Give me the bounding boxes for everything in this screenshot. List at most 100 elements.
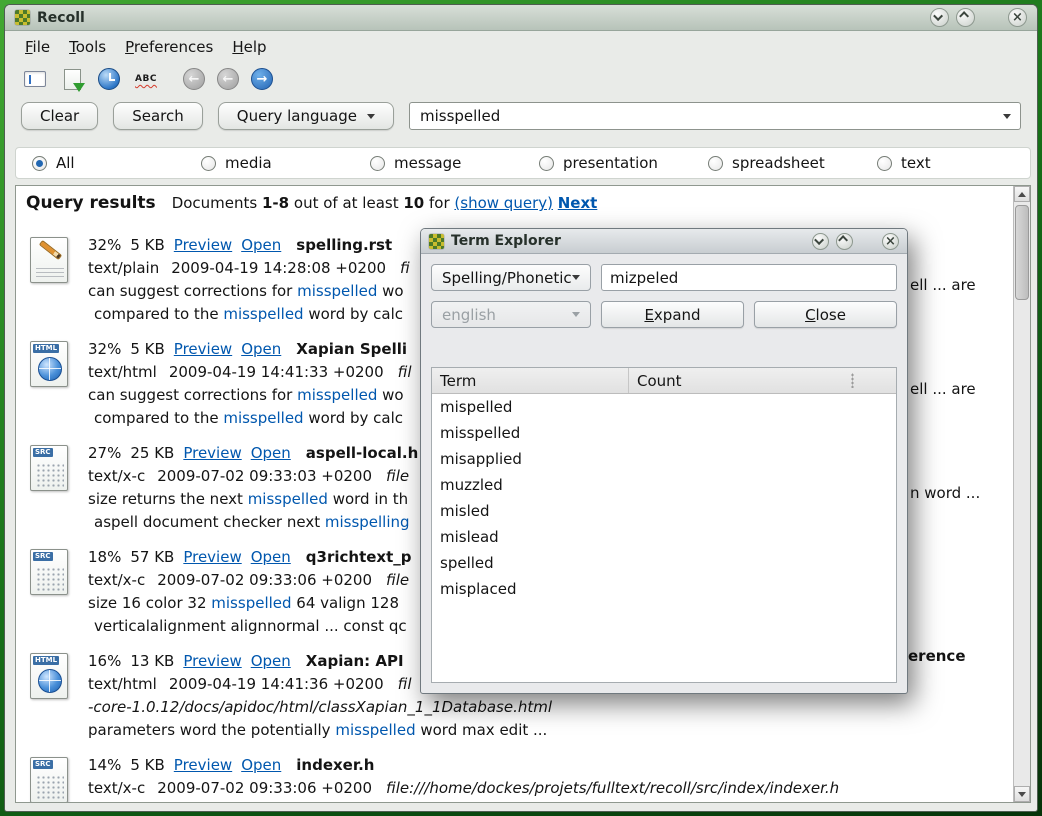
desktop-background: Recoll × FileToolsPreferencesHelp ABC ← … <box>0 0 1042 816</box>
query-input[interactable] <box>410 107 1020 125</box>
term-rows: mispelledmisspelledmisappliedmuzzledmisl… <box>432 394 896 602</box>
dialog-shade-button[interactable] <box>812 233 829 250</box>
next-page-button[interactable]: → <box>251 68 273 90</box>
text-lines-icon <box>36 268 64 280</box>
mime-type: text/html <box>88 363 157 381</box>
html-label: HTML <box>33 656 59 665</box>
preview-link[interactable]: Preview <box>174 236 232 254</box>
filter-item-message[interactable]: message <box>354 154 523 172</box>
preview-link[interactable]: Preview <box>183 652 241 670</box>
titlebar[interactable]: Recoll × <box>5 5 1037 31</box>
term-explorer-dialog: Term Explorer × Spelling/Phonetic englis… <box>420 228 908 694</box>
menu-item-file[interactable]: File <box>25 38 50 56</box>
term-cell: misplaced <box>432 580 629 598</box>
scroll-up-icon <box>1018 192 1026 197</box>
filter-label: All <box>56 154 75 172</box>
query-history-button[interactable] <box>95 65 123 93</box>
highlighted-term: misspelled <box>297 386 377 404</box>
menu-item-preferences[interactable]: Preferences <box>125 38 213 56</box>
open-link[interactable]: Open <box>251 548 291 566</box>
relevance-percent: 18% <box>88 548 121 566</box>
preview-link[interactable]: Preview <box>183 444 241 462</box>
first-page-button[interactable]: ← <box>183 68 205 90</box>
for-label: for <box>429 194 450 212</box>
recoll-app-icon <box>429 234 444 249</box>
radio-spreadsheet[interactable] <box>708 156 723 171</box>
result-url: file <box>386 571 409 589</box>
prev-page-button[interactable]: ← <box>217 68 239 90</box>
term-table-header[interactable]: Term Count <box>432 368 896 394</box>
radio-presentation[interactable] <box>539 156 554 171</box>
scroll-down-button[interactable] <box>1014 786 1030 802</box>
term-row[interactable]: misspelled <box>432 420 896 446</box>
dialog-titlebar[interactable]: Term Explorer × <box>421 229 907 254</box>
query-combobox[interactable] <box>409 102 1021 130</box>
term-cell: mislead <box>432 528 629 546</box>
results-scrollbar[interactable] <box>1013 186 1030 802</box>
scroll-up-button[interactable] <box>1014 186 1030 202</box>
next-link[interactable]: Next <box>558 194 598 212</box>
radio-message[interactable] <box>370 156 385 171</box>
menu-item-help[interactable]: Help <box>232 38 266 56</box>
code-dots-icon <box>36 567 64 591</box>
open-link[interactable]: Open <box>241 236 281 254</box>
dialog-close-button[interactable]: × <box>882 233 899 250</box>
save-results-button[interactable] <box>58 65 86 93</box>
preview-link[interactable]: Preview <box>174 340 232 358</box>
result-url: file:///home/dockes/projets/fulltext/rec… <box>386 779 839 797</box>
scrollbar-thumb[interactable] <box>1015 205 1029 300</box>
result-title: Xapian: API <box>306 652 404 670</box>
term-row[interactable]: misplaced <box>432 576 896 602</box>
open-link[interactable]: Open <box>241 340 281 358</box>
filter-item-all[interactable]: All <box>16 154 185 172</box>
close-button[interactable]: Close <box>754 301 897 328</box>
recoll-app-icon <box>15 10 30 25</box>
filter-item-media[interactable]: media <box>185 154 354 172</box>
file-size: 57 KB <box>130 548 174 566</box>
expand-button[interactable]: Expand <box>601 301 744 328</box>
result-title: indexer.h <box>296 756 374 774</box>
term-explorer-button[interactable]: ABC <box>132 65 160 93</box>
unshade-button[interactable] <box>956 8 975 27</box>
term-row[interactable]: mislead <box>432 524 896 550</box>
menu-item-tools[interactable]: Tools <box>69 38 106 56</box>
preview-link[interactable]: Preview <box>174 756 232 774</box>
filter-item-text[interactable]: text <box>861 154 1030 172</box>
search-button[interactable]: Search <box>113 102 203 130</box>
open-link[interactable]: Open <box>251 444 291 462</box>
result-title: Xapian Spelli <box>296 340 407 358</box>
radio-text[interactable] <box>877 156 892 171</box>
highlighted-term: misspelled <box>223 305 303 323</box>
filter-item-spreadsheet[interactable]: spreadsheet <box>692 154 861 172</box>
shade-button[interactable] <box>930 8 949 27</box>
dropdown-arrow-icon <box>572 312 580 317</box>
relevance-percent: 32% <box>88 236 121 254</box>
radio-all[interactable] <box>32 156 47 171</box>
pencil-icon <box>39 240 62 260</box>
show-query-link[interactable]: (show query) <box>454 194 553 212</box>
mime-src-icon: SRC <box>30 549 68 595</box>
result-url: file <box>386 467 409 485</box>
query-language-select[interactable]: Query language <box>218 102 394 130</box>
close-window-button[interactable]: × <box>1008 8 1027 27</box>
clear-search-field-button[interactable] <box>21 65 49 93</box>
term-input[interactable] <box>601 264 897 291</box>
preview-link[interactable]: Preview <box>183 548 241 566</box>
result-abstract-line: parameters word the potentially misspell… <box>88 719 1009 742</box>
term-row[interactable]: muzzled <box>432 472 896 498</box>
filter-item-presentation[interactable]: presentation <box>523 154 692 172</box>
expansion-mode-select[interactable]: Spelling/Phonetic <box>431 264 591 291</box>
open-link[interactable]: Open <box>251 652 291 670</box>
dialog-unshade-button[interactable] <box>836 233 853 250</box>
result-date: 2009-07-02 09:33:03 +0200 <box>157 467 372 485</box>
abstract-text: parameters word the potentially <box>88 721 335 739</box>
term-row[interactable]: spelled <box>432 550 896 576</box>
clear-button[interactable]: Clear <box>21 102 98 130</box>
abstract-text: verticalalignment alignnormal ... const … <box>94 617 407 635</box>
term-row[interactable]: mispelled <box>432 394 896 420</box>
green-arrow-icon <box>73 83 85 92</box>
term-row[interactable]: misapplied <box>432 446 896 472</box>
term-row[interactable]: misled <box>432 498 896 524</box>
radio-media[interactable] <box>201 156 216 171</box>
open-link[interactable]: Open <box>241 756 281 774</box>
